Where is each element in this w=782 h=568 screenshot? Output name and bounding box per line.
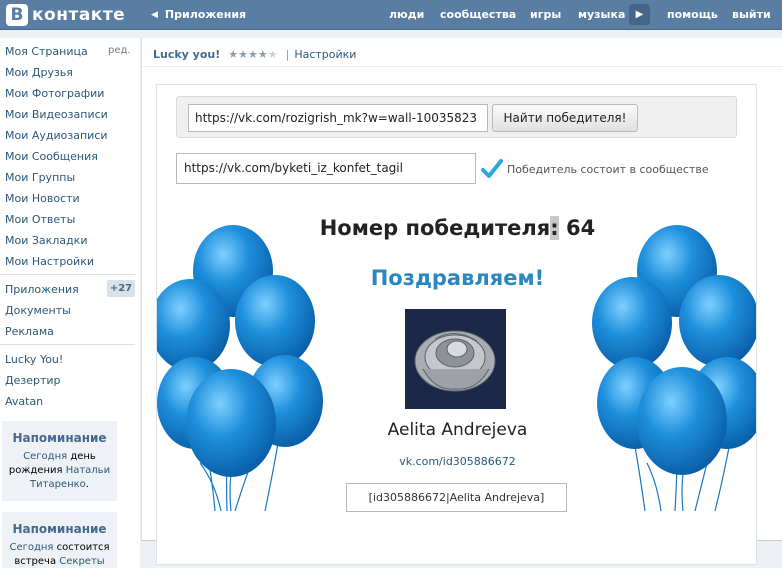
app-title-bar: Lucky you! ★★★★★ | Настройки <box>153 48 356 61</box>
check-icon <box>481 159 503 178</box>
sidebar-item-lucky-you[interactable]: Lucky You! <box>5 353 63 366</box>
sidebar-item-audio[interactable]: Мои Аудиозаписи <box>5 129 108 142</box>
birthday-reminder: Напоминание Сегодня день рождения Наталь… <box>2 421 117 501</box>
reminder-title: Напоминание <box>12 522 107 536</box>
divider <box>142 66 782 67</box>
app-panel: Lucky you! ★★★★★ | Настройки https://vk.… <box>141 38 782 565</box>
reminder-event-link[interactable]: Секреты <box>59 556 104 567</box>
sidebar-item-messages[interactable]: Мои Сообщения <box>5 150 98 163</box>
vk-logo-icon: В <box>6 4 28 26</box>
chevron-left-icon: ◀ <box>151 9 158 20</box>
sidebar-item-ads[interactable]: Реклама <box>5 325 54 338</box>
star-icon: ★★★★ <box>228 48 268 61</box>
app-rating-stars: ★★★★★ <box>228 48 277 61</box>
left-sidebar: Моя Страница Мои Друзья Мои Фотографии М… <box>0 38 140 568</box>
reminder-text: Сегодня день рождения Натальи Титаренко. <box>8 451 111 490</box>
winner-profile-link[interactable]: vk.com/id305886672 <box>157 455 756 468</box>
nav-logout[interactable]: выйти <box>732 8 771 21</box>
sidebar-item-groups[interactable]: Мои Группы <box>5 171 75 184</box>
star-icon: ★ <box>267 48 278 61</box>
vk-logo[interactable]: В контакте <box>6 4 125 26</box>
reminder-text: Сегодня состоится встреча Секреты <box>9 542 110 567</box>
nav-games[interactable]: игры <box>530 8 561 21</box>
nav-help[interactable]: помощь <box>667 8 718 21</box>
post-url-input[interactable]: https://vk.com/rozigrish_mk?w=wall-10035… <box>188 104 488 132</box>
sidebar-item-answers[interactable]: Мои Ответы <box>5 213 75 226</box>
reminder-title: Напоминание <box>12 431 107 445</box>
reminder-today-link[interactable]: Сегодня <box>23 451 67 462</box>
app-name[interactable]: Lucky you! <box>153 48 220 61</box>
applications-back-link[interactable]: ◀ Приложения <box>151 8 246 21</box>
sidebar-item-friends[interactable]: Мои Друзья <box>5 66 73 79</box>
sidebar-item-settings[interactable]: Мои Настройки <box>5 255 94 268</box>
sidebar-divider <box>0 344 135 345</box>
winner-number-heading: Номер победителя: 64 <box>319 216 596 240</box>
winner-name: Aelita Andrejeva <box>387 420 528 440</box>
sidebar-item-documents[interactable]: Документы <box>5 304 71 317</box>
sidebar-item-news[interactable]: Мои Новости <box>5 192 80 205</box>
play-icon[interactable]: ▶ <box>629 4 650 25</box>
separator: | <box>285 48 290 61</box>
nav-people[interactable]: люди <box>389 8 424 21</box>
vk-logo-text: контакте <box>32 5 126 25</box>
event-reminder: Напоминание Сегодня состоится встреча Се… <box>2 512 117 568</box>
post-url-bar: https://vk.com/rozigrish_mk?w=wall-10035… <box>176 96 737 138</box>
find-winner-button[interactable]: Найти победителя! <box>492 104 638 132</box>
app-canvas: https://vk.com/rozigrish_mk?w=wall-10035… <box>156 84 757 565</box>
nav-communities[interactable]: сообщества <box>440 8 516 21</box>
rose-photo-icon <box>405 309 506 409</box>
reminder-person-link-2[interactable]: Титаренко <box>30 479 86 490</box>
congrats-heading: Поздравляем! <box>370 266 545 290</box>
winner-avatar[interactable] <box>405 309 506 409</box>
section-label: Приложения <box>164 8 247 21</box>
reminder-person-link[interactable]: Натальи <box>66 465 110 476</box>
sidebar-edit-link[interactable]: ред. <box>108 45 131 56</box>
group-url-input[interactable]: https://vk.com/byketi_iz_konfet_tagil <box>176 153 476 184</box>
apps-count-badge: +27 <box>107 280 135 297</box>
sidebar-divider <box>0 274 135 275</box>
nav-music[interactable]: музыка <box>578 8 625 21</box>
member-check-label: Победитель состоит в сообществе <box>507 163 709 176</box>
winner-mention-code[interactable]: [id305886672|Aelita Andrejeva] <box>346 483 567 512</box>
sidebar-item-applications[interactable]: Приложения <box>5 283 79 296</box>
app-settings-link[interactable]: Настройки <box>294 48 356 61</box>
sidebar-item-bookmarks[interactable]: Мои Закладки <box>5 234 87 247</box>
sidebar-item-videos[interactable]: Мои Видеозаписи <box>5 108 108 121</box>
sidebar-item-dezertir[interactable]: Дезертир <box>5 374 61 387</box>
sidebar-item-avatan[interactable]: Avatan <box>5 395 43 408</box>
sidebar-item-photos[interactable]: Мои Фотографии <box>5 87 104 100</box>
winner-number: 64 <box>566 216 596 240</box>
sidebar-item-my-page[interactable]: Моя Страница <box>5 45 88 58</box>
top-header: В контакте ◀ Приложения люди сообщества … <box>0 0 782 30</box>
reminder-today-link[interactable]: Сегодня <box>9 542 53 553</box>
